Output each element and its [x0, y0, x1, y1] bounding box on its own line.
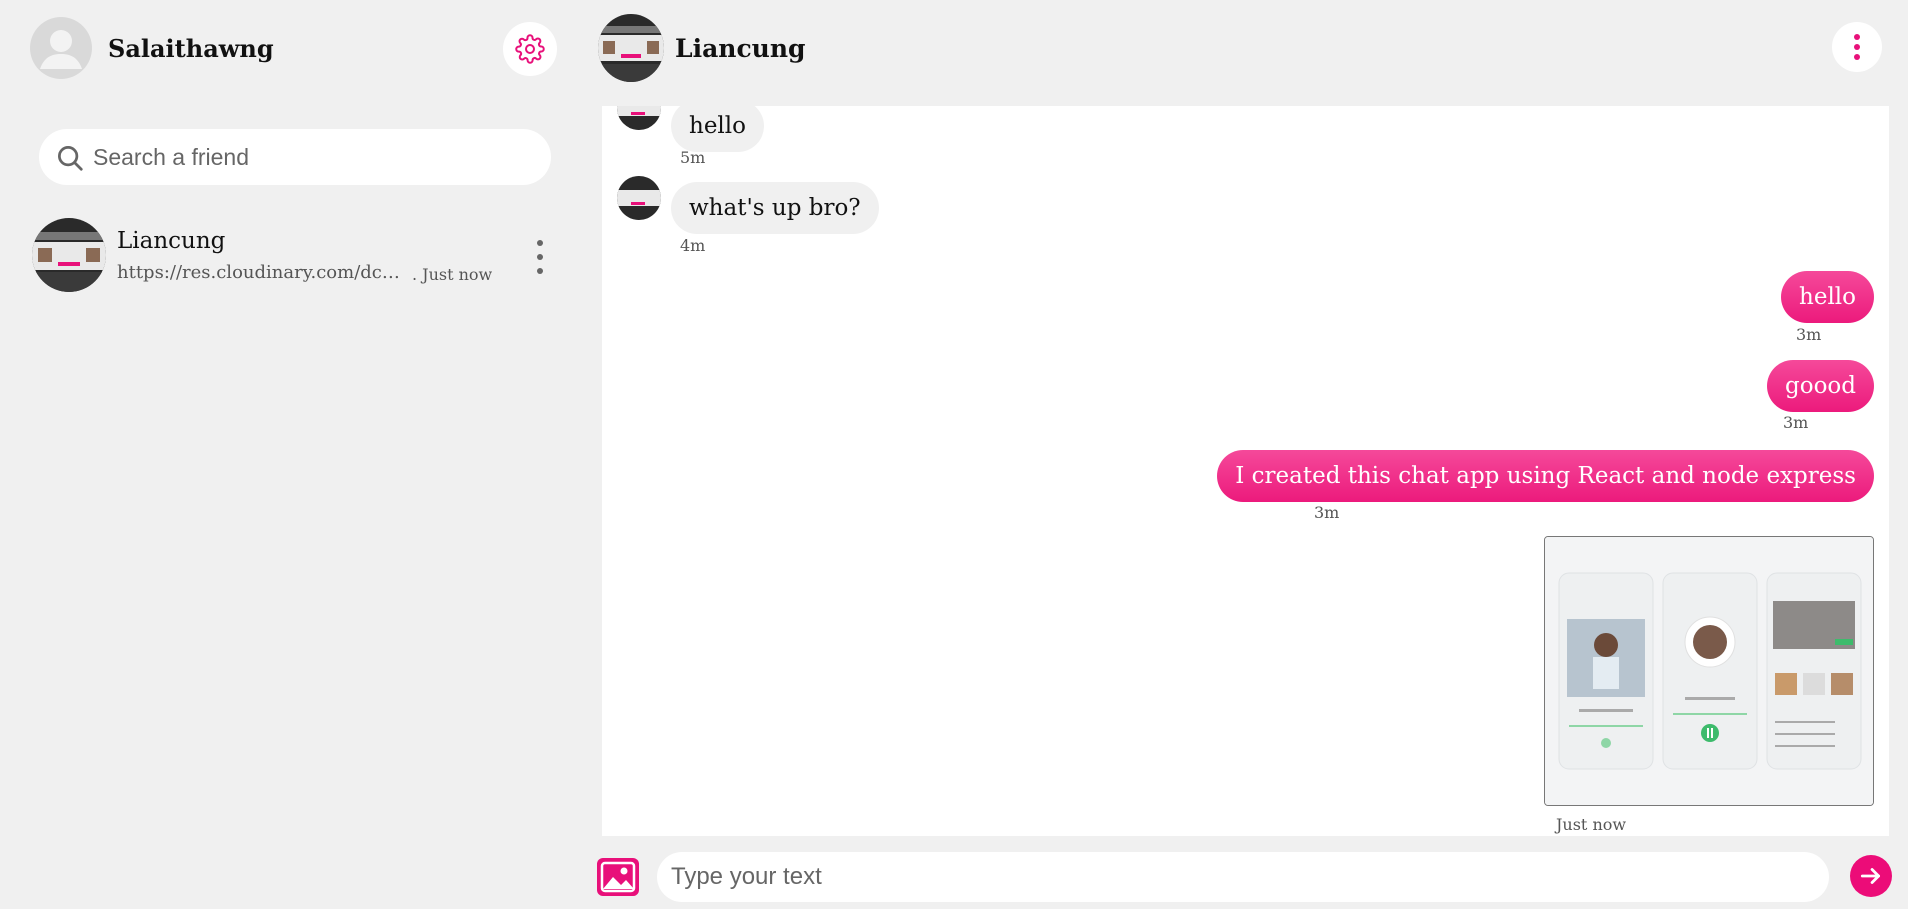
message-bubble-incoming: what's up bro? [671, 182, 879, 234]
search-input[interactable] [93, 129, 533, 185]
message-bubble-outgoing: hello [1781, 271, 1874, 323]
arrow-right-icon [1860, 868, 1880, 884]
contact-name: Liancung [117, 228, 226, 254]
message-bubble-outgoing: goood [1767, 360, 1874, 412]
default-user-icon [40, 30, 82, 69]
music-player-app-screenshot [1545, 537, 1873, 805]
message-bubble-outgoing: I created this chat app using React and … [1217, 450, 1874, 502]
contact-avatar [32, 218, 106, 292]
vertical-dots-icon [1854, 34, 1860, 40]
message-image[interactable] [1544, 536, 1874, 806]
chat-header: Liancung [598, 14, 1898, 84]
chat-options-button[interactable] [1832, 22, 1882, 72]
conversation-item[interactable]: Liancung https://res.cloudinary.com/dcaq… [30, 214, 562, 296]
sidebar: Salaithawng Liancung https:/ [0, 0, 580, 909]
my-avatar[interactable] [30, 17, 92, 79]
message-bubble-incoming: hello [671, 106, 764, 152]
vertical-dots-icon[interactable] [530, 240, 550, 274]
message-time: 3m [1314, 503, 1340, 522]
message-time: 5m [680, 148, 706, 167]
message-list[interactable]: hello 5m what's up bro? 4m hello 3m gooo… [602, 106, 1889, 836]
image-upload-button[interactable] [597, 858, 639, 896]
image-upload-icon [597, 858, 639, 896]
chat-contact-avatar [598, 14, 664, 82]
send-button[interactable] [1850, 855, 1892, 897]
gear-icon [515, 34, 545, 64]
my-name: Salaithawng [108, 34, 274, 63]
sender-avatar [617, 106, 661, 130]
message-time: 3m [1783, 413, 1809, 432]
search-icon [58, 146, 83, 171]
chat-contact-name: Liancung [675, 34, 806, 63]
message-time: 4m [680, 236, 706, 255]
message-input[interactable] [657, 852, 1829, 902]
last-message-time: . Just now [412, 265, 493, 284]
last-message-preview: https://res.cloudinary.com/dcaqryi8c/ima… [117, 262, 407, 283]
search-bar [39, 129, 551, 185]
settings-button[interactable] [503, 22, 557, 76]
message-time: Just now [1556, 815, 1627, 834]
sender-avatar [617, 176, 661, 220]
message-time: 3m [1796, 325, 1822, 344]
